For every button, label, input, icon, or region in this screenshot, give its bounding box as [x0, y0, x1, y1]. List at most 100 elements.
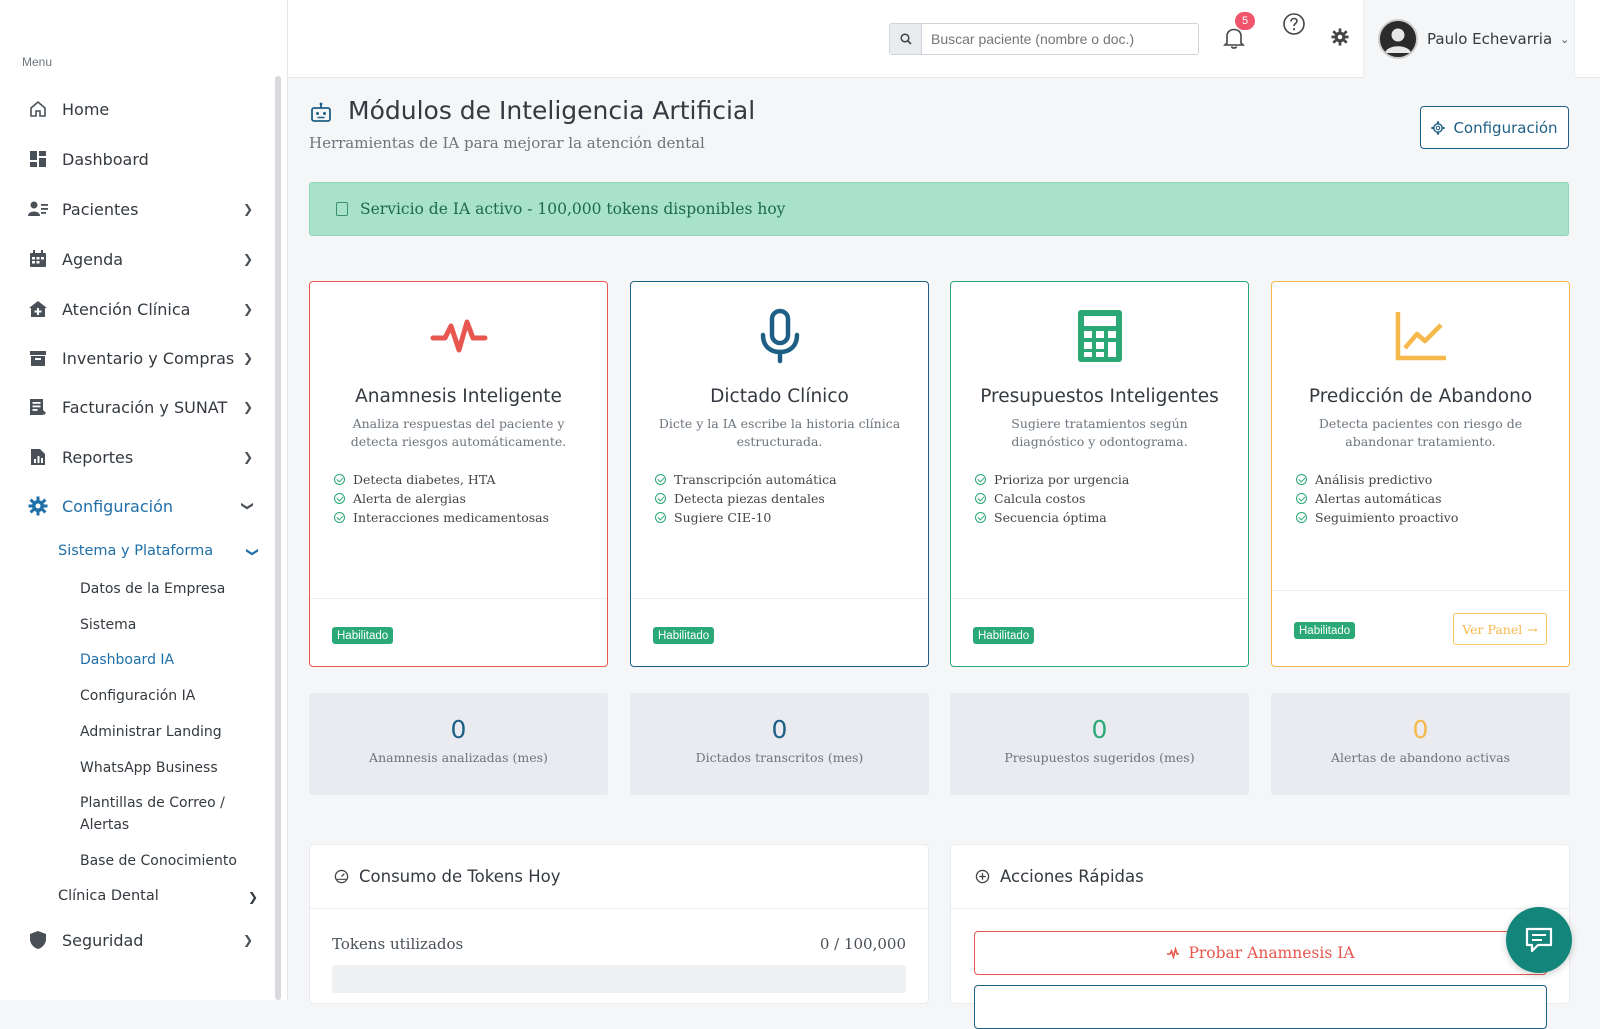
check-circle-icon	[334, 474, 345, 485]
chevron-down-icon: ⌄	[1560, 33, 1570, 46]
feature-text: Calcula costos	[994, 491, 1086, 506]
archive-icon	[28, 348, 48, 368]
search-input[interactable]	[922, 24, 1198, 54]
panel-header: Consumo de Tokens Hoy	[310, 845, 928, 909]
feature-list: Detecta diabetes, HTA Alerta de alergias…	[334, 470, 549, 527]
tokens-value: 0 / 100,000	[819, 935, 906, 953]
card-title: Predicción de Abandono	[1308, 386, 1533, 407]
sidebar-item-agenda[interactable]: Agenda ❯	[0, 237, 275, 281]
feature-item: Calcula costos	[975, 489, 1129, 508]
card-description: Sugiere tratamientos según diagnóstico y…	[1011, 416, 1188, 449]
card-footer: Habilitado	[631, 598, 928, 668]
sidebar-sub-clinica-dental[interactable]: Clínica Dental ❯	[58, 888, 258, 904]
help-icon[interactable]	[1282, 12, 1306, 36]
report-icon	[28, 447, 48, 467]
stat-value: 0	[1091, 715, 1108, 744]
feature-item: Detecta piezas dentales	[655, 489, 837, 508]
sidebar-sub-item[interactable]: Base de Conocimiento	[80, 850, 237, 872]
patients-icon	[28, 199, 48, 219]
feature-item: Interacciones medicamentosas	[334, 508, 549, 527]
view-panel-button[interactable]: Ver Panel →	[1453, 613, 1547, 645]
panel-title: Acciones Rápidas	[1000, 867, 1144, 886]
feature-text: Interacciones medicamentosas	[353, 510, 550, 525]
page-title: Módulos de Inteligencia Artificial	[348, 96, 756, 125]
search-box[interactable]	[889, 23, 1199, 55]
sidebar-item-label: Agenda	[62, 249, 124, 269]
clinic-icon	[28, 299, 48, 319]
configuration-button[interactable]: Configuración	[1420, 106, 1569, 149]
topbar: 5 Paulo Echevarria ⌄	[288, 0, 1600, 78]
sidebar-sub-item[interactable]: Configuración IA	[80, 685, 195, 707]
try-anamnesis-button[interactable]: Probar Anamnesis IA	[974, 931, 1547, 975]
shield-icon	[28, 930, 48, 950]
gauge-icon	[334, 869, 349, 884]
feature-text: Alerta de alergias	[353, 491, 466, 506]
view-panel-label: Ver Panel	[1462, 621, 1523, 637]
check-icon	[336, 202, 348, 216]
sidebar-sub-item[interactable]: Administrar Landing	[80, 721, 222, 743]
sidebar-sub-item[interactable]: WhatsApp Business	[80, 757, 218, 779]
chevron-right-icon: ❯	[242, 400, 253, 414]
chat-button[interactable]	[1506, 907, 1572, 973]
sidebar-item-seguridad[interactable]: Seguridad ❯	[0, 918, 275, 962]
pulse-icon	[429, 308, 489, 364]
sidebar-sub-item-plantillas[interactable]: Plantillas de Correo / Alertas	[80, 792, 225, 836]
sidebar-item-inventario[interactable]: Inventario y Compras ❯	[0, 336, 275, 380]
sidebar-item-configuracion[interactable]: Configuración ❯	[0, 484, 275, 528]
feature-text: Alertas automáticas	[1315, 491, 1442, 506]
stat-card: 0 Presupuestos sugeridos (mes)	[950, 693, 1249, 795]
check-circle-icon	[1296, 493, 1307, 504]
feature-item: Sugiere CIE-10	[655, 508, 837, 527]
stat-value: 0	[1412, 715, 1429, 744]
sidebar-scrollbar[interactable]	[275, 76, 281, 1000]
invoice-icon	[28, 397, 48, 417]
feature-item: Alerta de alergias	[334, 489, 549, 508]
sidebar-sub-item[interactable]: Datos de la Empresa	[80, 578, 225, 600]
sidebar-item-home[interactable]: Home	[0, 87, 275, 131]
feature-list: Transcripción automática Detecta piezas …	[655, 470, 837, 527]
gear-icon	[28, 496, 48, 516]
card-description: Detecta pacientes con riesgo de abandona…	[1318, 416, 1523, 449]
feature-item: Detecta diabetes, HTA	[334, 470, 549, 489]
check-circle-icon	[655, 474, 666, 485]
calculator-icon	[1070, 308, 1130, 364]
module-card-presupuestos: Presupuestos Inteligentes Sugiere tratam…	[950, 281, 1249, 667]
sidebar-item-label: Pacientes	[62, 199, 139, 219]
arrow-right-icon: →	[1527, 621, 1538, 637]
stat-label: Alertas de abandono activas	[1330, 750, 1511, 765]
user-menu[interactable]: Paulo Echevarria ⌄	[1363, 0, 1575, 78]
sidebar-sub-label: Clínica Dental	[58, 888, 159, 904]
sidebar-sub-item[interactable]: Sistema	[80, 614, 136, 636]
sidebar-item-label: Reportes	[62, 447, 134, 467]
gear-icon[interactable]	[1331, 28, 1349, 46]
avatar	[1378, 19, 1418, 59]
check-circle-icon	[975, 512, 986, 523]
menu-title: Menu	[22, 55, 53, 69]
sidebar-item-dashboard[interactable]: Dashboard	[0, 137, 275, 181]
sidebar-item-label: Dashboard	[62, 149, 149, 169]
tokens-panel: Consumo de Tokens Hoy Tokens utilizados …	[309, 844, 929, 1004]
sidebar-item-facturacion[interactable]: Facturación y SUNAT ❯	[0, 385, 275, 429]
sidebar-item-reportes[interactable]: Reportes ❯	[0, 435, 275, 479]
stat-label: Dictados transcritos (mes)	[695, 750, 864, 765]
feature-item: Seguimiento proactivo	[1296, 508, 1458, 527]
card-footer: Habilitado	[310, 598, 607, 668]
check-circle-icon	[975, 474, 986, 485]
search-icon	[890, 24, 922, 54]
card-description: Analiza respuestas del paciente y detect…	[350, 416, 567, 449]
check-circle-icon	[655, 512, 666, 523]
quick-action-button[interactable]	[974, 985, 1547, 1029]
sidebar-sub-item-active[interactable]: Dashboard IA	[80, 649, 174, 671]
status-badge: Habilitado	[332, 627, 394, 644]
pulse-icon	[1166, 947, 1180, 959]
feature-text: Seguimiento proactivo	[1315, 510, 1459, 525]
sidebar-item-atencion-clinica[interactable]: Atención Clínica ❯	[0, 287, 275, 331]
sidebar-sub-sistema-plataforma[interactable]: Sistema y Plataforma ❯	[58, 543, 260, 559]
feature-item: Análisis predictivo	[1296, 470, 1458, 489]
calendar-icon	[28, 249, 48, 269]
module-card-abandono: Predicción de Abandono Detecta pacientes…	[1271, 281, 1570, 667]
module-card-dictado: Dictado Clínico Dicte y la IA escribe la…	[630, 281, 929, 667]
sidebar-item-pacientes[interactable]: Pacientes ❯	[0, 187, 275, 231]
check-circle-icon	[334, 512, 345, 523]
card-title: Presupuestos Inteligentes	[980, 386, 1219, 407]
